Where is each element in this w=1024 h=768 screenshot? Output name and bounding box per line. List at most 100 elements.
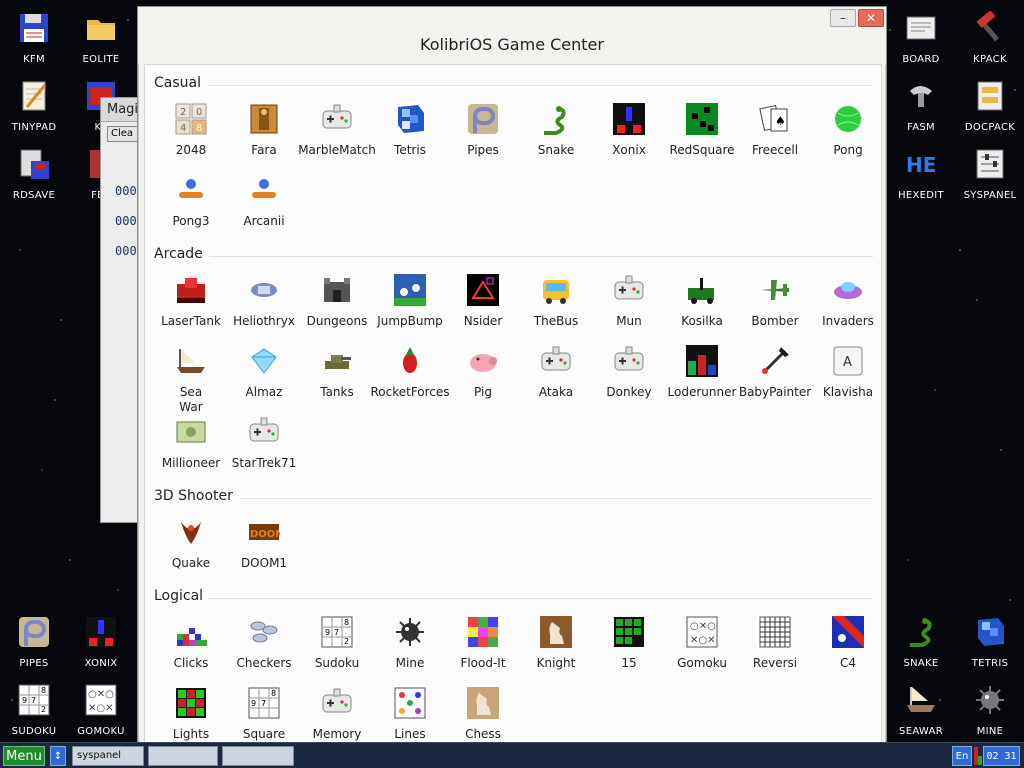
- desktop-icon-pipes[interactable]: PIPES: [1, 607, 67, 671]
- freecell-icon: ♠: [759, 103, 791, 135]
- desktop-icon-tinypad[interactable]: TINYPAD: [1, 71, 67, 135]
- game-marblematch[interactable]: MarbleMatch: [298, 103, 376, 158]
- desktop-icon-xonix[interactable]: XONIX: [68, 607, 134, 671]
- game-gomoku[interactable]: ○✕○ ✕○✕ Gomoku: [666, 616, 738, 671]
- game-pong3[interactable]: Pong3: [155, 174, 227, 229]
- game-sudoku[interactable]: 9 7 2 8 Sudoku: [301, 616, 373, 671]
- window-titlebar[interactable]: – ✕ KolibriOS Game Center: [138, 7, 886, 64]
- desktop-icon-fasm[interactable]: FASM: [888, 71, 954, 135]
- game-reversi[interactable]: Reversi: [739, 616, 811, 671]
- svg-text:2: 2: [41, 705, 46, 714]
- game-square[interactable]: 9 7 8 Square: [228, 687, 300, 742]
- game-lines[interactable]: Lines: [374, 687, 446, 742]
- game-label: TheBus: [533, 314, 579, 328]
- game-nsider[interactable]: Nsider: [447, 274, 519, 329]
- game-tanks[interactable]: Tanks: [301, 345, 373, 400]
- game-label: RocketForces: [370, 385, 450, 399]
- game-15[interactable]: 15: [593, 616, 665, 671]
- game-memory[interactable]: Memory: [301, 687, 373, 742]
- game-almaz[interactable]: Almaz: [228, 345, 300, 400]
- game-c4[interactable]: C4: [812, 616, 884, 671]
- close-button[interactable]: ✕: [858, 9, 884, 27]
- game-label: Heliothryx: [233, 314, 295, 328]
- game-clicks[interactable]: Clicks: [155, 616, 227, 671]
- desktop-icon-rdsave[interactable]: RDSAVE: [1, 139, 67, 203]
- game-label: Kosilka: [681, 314, 723, 328]
- game-bomber[interactable]: Bomber: [739, 274, 811, 329]
- game-mine[interactable]: Mine: [374, 616, 446, 671]
- game-snake[interactable]: Snake: [520, 103, 592, 158]
- notepad-icon: [17, 71, 51, 117]
- game-label: Invaders: [822, 314, 874, 328]
- game-arcanii[interactable]: Arcanii: [228, 174, 300, 229]
- game-invaders[interactable]: Invaders: [812, 274, 884, 329]
- taskbar-item-syspanel[interactable]: syspanel: [72, 746, 144, 766]
- game-chess[interactable]: Chess: [447, 687, 519, 742]
- game-redsquare[interactable]: RedSquare: [666, 103, 738, 158]
- game-pig[interactable]: Pig: [447, 345, 519, 400]
- game-ataka[interactable]: Ataka: [520, 345, 592, 400]
- game-flood-it[interactable]: Flood-It: [447, 616, 519, 671]
- game-babypainter[interactable]: BabyPainter: [739, 345, 811, 400]
- game-thebus[interactable]: TheBus: [520, 274, 592, 329]
- game-sea-war[interactable]: Sea War: [155, 345, 227, 415]
- desktop-icon-label: KFM: [23, 54, 45, 65]
- game-doom1[interactable]: DOOM DOOM1: [228, 516, 300, 571]
- svg-text:0: 0: [196, 107, 202, 118]
- game-loderunner[interactable]: Loderunner: [666, 345, 738, 400]
- desktop-icon-kpack[interactable]: KPACK: [957, 3, 1023, 67]
- game-startrek71[interactable]: StarTrek71: [228, 416, 300, 471]
- game-lasertank[interactable]: LaserTank: [155, 274, 227, 329]
- game-xonix[interactable]: Xonix: [593, 103, 665, 158]
- desktop-icon-eolite[interactable]: EOLITE: [68, 3, 134, 67]
- desktop-icon-tetris[interactable]: TETRIS: [957, 607, 1023, 671]
- game-fara[interactable]: Fara: [228, 103, 300, 158]
- docpack-icon: [973, 71, 1007, 117]
- game-mun[interactable]: Mun: [593, 274, 665, 329]
- xonix-icon: [613, 103, 645, 135]
- game-freecell[interactable]: ♠ Freecell: [739, 103, 811, 158]
- svg-text:○✕○: ○✕○: [88, 689, 114, 700]
- desktop-icon-kfm[interactable]: KFM: [1, 3, 67, 67]
- clock[interactable]: 02 31: [983, 746, 1020, 766]
- game-label: Pipes: [467, 143, 499, 157]
- loderunner-icon: [686, 345, 718, 377]
- game-pipes[interactable]: Pipes: [447, 103, 519, 158]
- game-klavisha[interactable]: A Klavisha: [812, 345, 884, 400]
- taskbar-item[interactable]: [148, 746, 218, 766]
- section-divider: [154, 498, 873, 499]
- game-lights[interactable]: Lights: [155, 687, 227, 742]
- minimize-button[interactable]: –: [830, 9, 856, 27]
- switch-arrows-icon[interactable]: ↕: [50, 746, 66, 766]
- game-rocketforces[interactable]: RocketForces: [370, 345, 450, 400]
- game-millioneer[interactable]: Millioneer: [155, 416, 227, 471]
- game-center-window: – ✕ KolibriOS Game Center Casual 2 0 4 8 2048…: [137, 6, 887, 762]
- game-donkey[interactable]: Donkey: [593, 345, 665, 400]
- desktop-icon-gomoku[interactable]: ○✕○ ✕○✕ GOMOKU: [68, 675, 134, 739]
- game-jumpbump[interactable]: JumpBump: [374, 274, 446, 329]
- game-dungeons[interactable]: Dungeons: [301, 274, 373, 329]
- square-icon: 978: [248, 687, 280, 719]
- reversi-icon: [759, 616, 791, 648]
- desktop-icon-seawar[interactable]: SEAWAR: [888, 675, 954, 739]
- language-indicator[interactable]: En: [952, 746, 972, 766]
- game-heliothryx[interactable]: Heliothryx: [228, 274, 300, 329]
- desktop-icon-board[interactable]: BOARD: [888, 3, 954, 67]
- game-checkers[interactable]: Checkers: [228, 616, 300, 671]
- game-pong[interactable]: Pong: [812, 103, 884, 158]
- game-tetris[interactable]: Tetris: [374, 103, 446, 158]
- game-knight[interactable]: Knight: [520, 616, 592, 671]
- desktop-icon-snake[interactable]: SNAKE: [888, 607, 954, 671]
- game-kosilka[interactable]: Kosilka: [666, 274, 738, 329]
- desktop-icon-mine[interactable]: MINE: [957, 675, 1023, 739]
- desktop-icon-syspanel[interactable]: SYSPANEL: [957, 139, 1023, 203]
- svg-text:9: 9: [22, 696, 27, 705]
- game-2048[interactable]: 2 0 4 8 2048: [155, 103, 227, 158]
- taskbar-item[interactable]: [222, 746, 294, 766]
- desktop-icon-hexedit[interactable]: HE HEXEDIT: [888, 139, 954, 203]
- desktop-icon-docpack[interactable]: DOCPACK: [957, 71, 1023, 135]
- menu-button[interactable]: Menu: [3, 746, 45, 766]
- desktop-icon-sudoku[interactable]: 9 7 2 8 SUDOKU: [1, 675, 67, 739]
- game-label: Clicks: [173, 656, 209, 670]
- game-quake[interactable]: Quake: [155, 516, 227, 571]
